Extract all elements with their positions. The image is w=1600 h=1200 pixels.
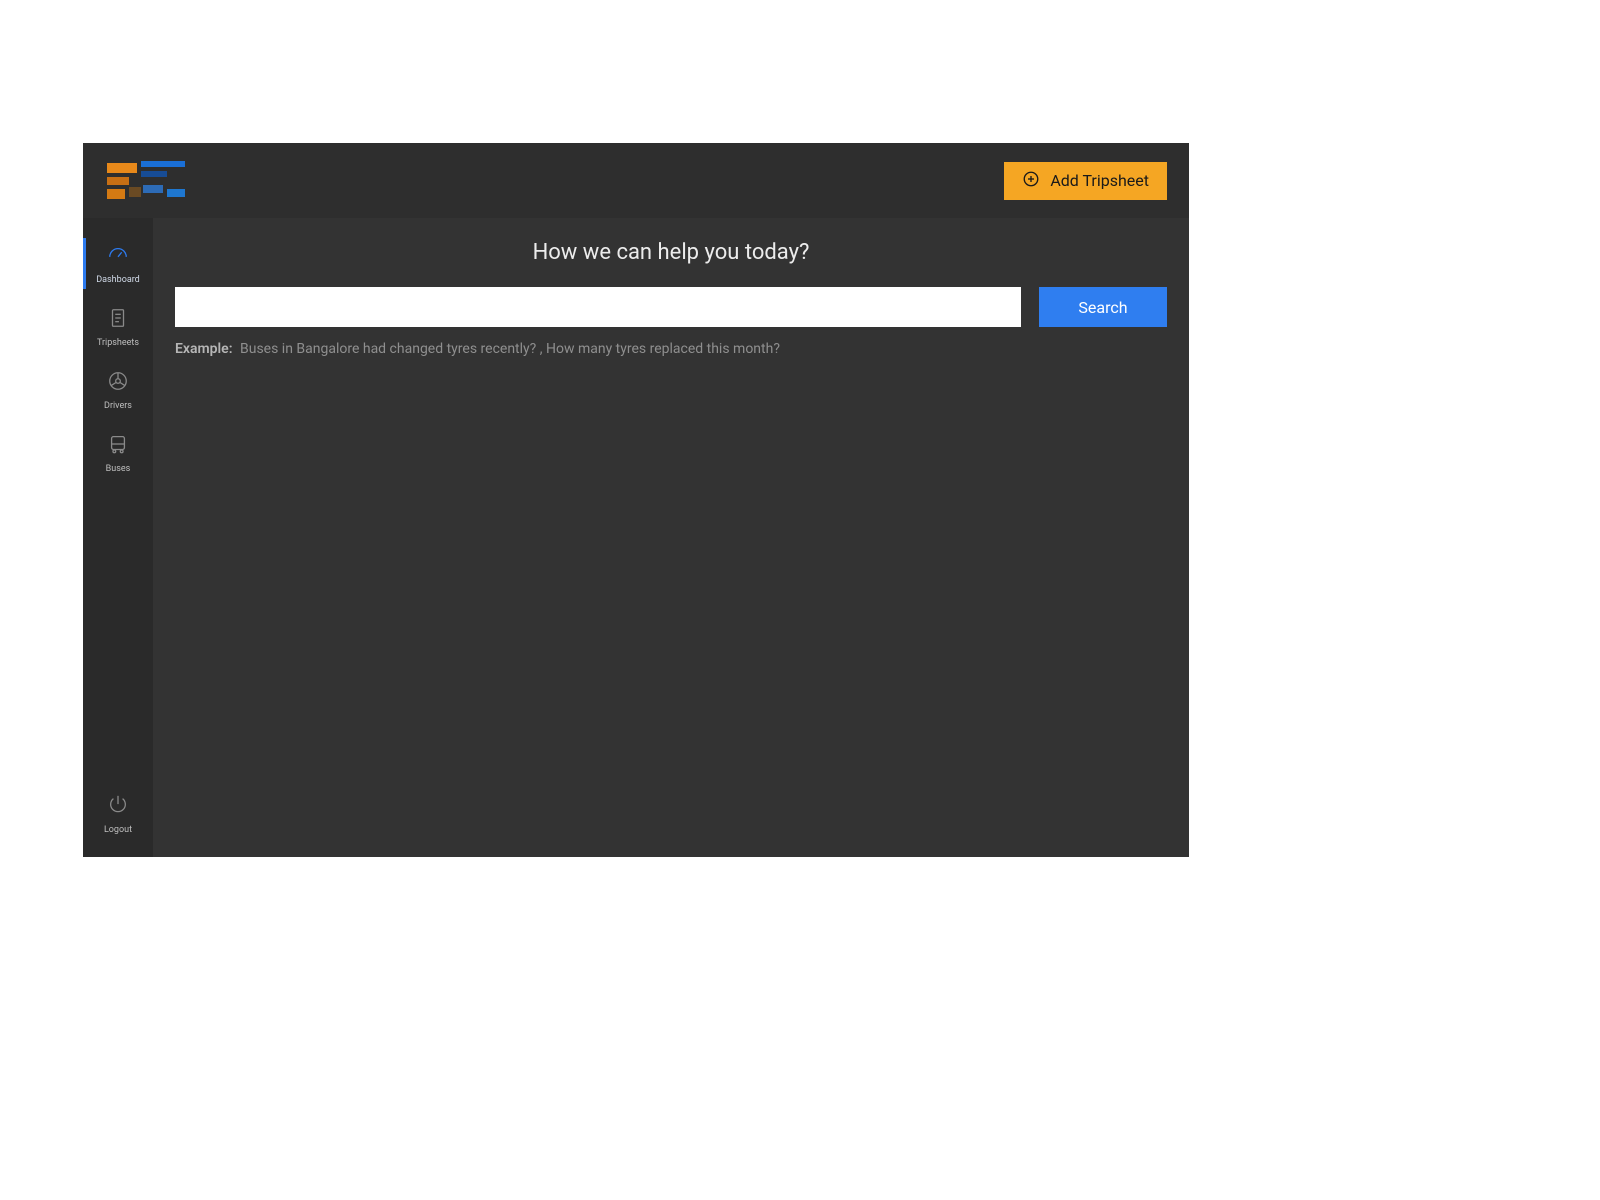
gauge-icon (107, 244, 129, 269)
steering-wheel-icon (107, 370, 129, 395)
sidebar-item-label: Logout (104, 825, 132, 835)
sidebar-item-label: Drivers (104, 401, 132, 411)
topbar: Add Tripsheet (83, 143, 1189, 218)
sidebar: Dashboard Tripsheets Drivers Buses (83, 218, 153, 857)
main-content: How we can help you today? Search Exampl… (153, 218, 1189, 857)
example-text: Buses in Bangalore had changed tyres rec… (240, 341, 780, 357)
add-tripsheet-button[interactable]: Add Tripsheet (1004, 162, 1167, 200)
sidebar-spacer (83, 484, 153, 782)
sidebar-item-label: Dashboard (96, 275, 140, 285)
sidebar-item-label: Buses (106, 464, 131, 474)
example-label: Example: (175, 341, 233, 357)
app-window: Add Tripsheet Dashboard Tripsheets (83, 143, 1189, 857)
sidebar-item-label: Tripsheets (97, 338, 139, 348)
sidebar-item-dashboard[interactable]: Dashboard (83, 232, 153, 295)
sidebar-item-buses[interactable]: Buses (83, 421, 153, 484)
search-button[interactable]: Search (1039, 287, 1167, 327)
sidebar-item-tripsheets[interactable]: Tripsheets (83, 295, 153, 358)
example-line: Example: Buses in Bangalore had changed … (175, 341, 1167, 357)
sidebar-item-drivers[interactable]: Drivers (83, 358, 153, 421)
sidebar-item-logout[interactable]: Logout (83, 782, 153, 857)
brand-logo (107, 161, 185, 201)
bus-icon (107, 433, 129, 458)
search-row: Search (175, 287, 1167, 327)
power-icon (107, 794, 129, 819)
document-icon (107, 307, 129, 332)
search-input[interactable] (175, 287, 1021, 327)
page-headline: How we can help you today? (175, 240, 1167, 265)
app-body: Dashboard Tripsheets Drivers Buses (83, 218, 1189, 857)
plus-circle-icon (1022, 170, 1040, 192)
add-tripsheet-label: Add Tripsheet (1050, 171, 1149, 190)
